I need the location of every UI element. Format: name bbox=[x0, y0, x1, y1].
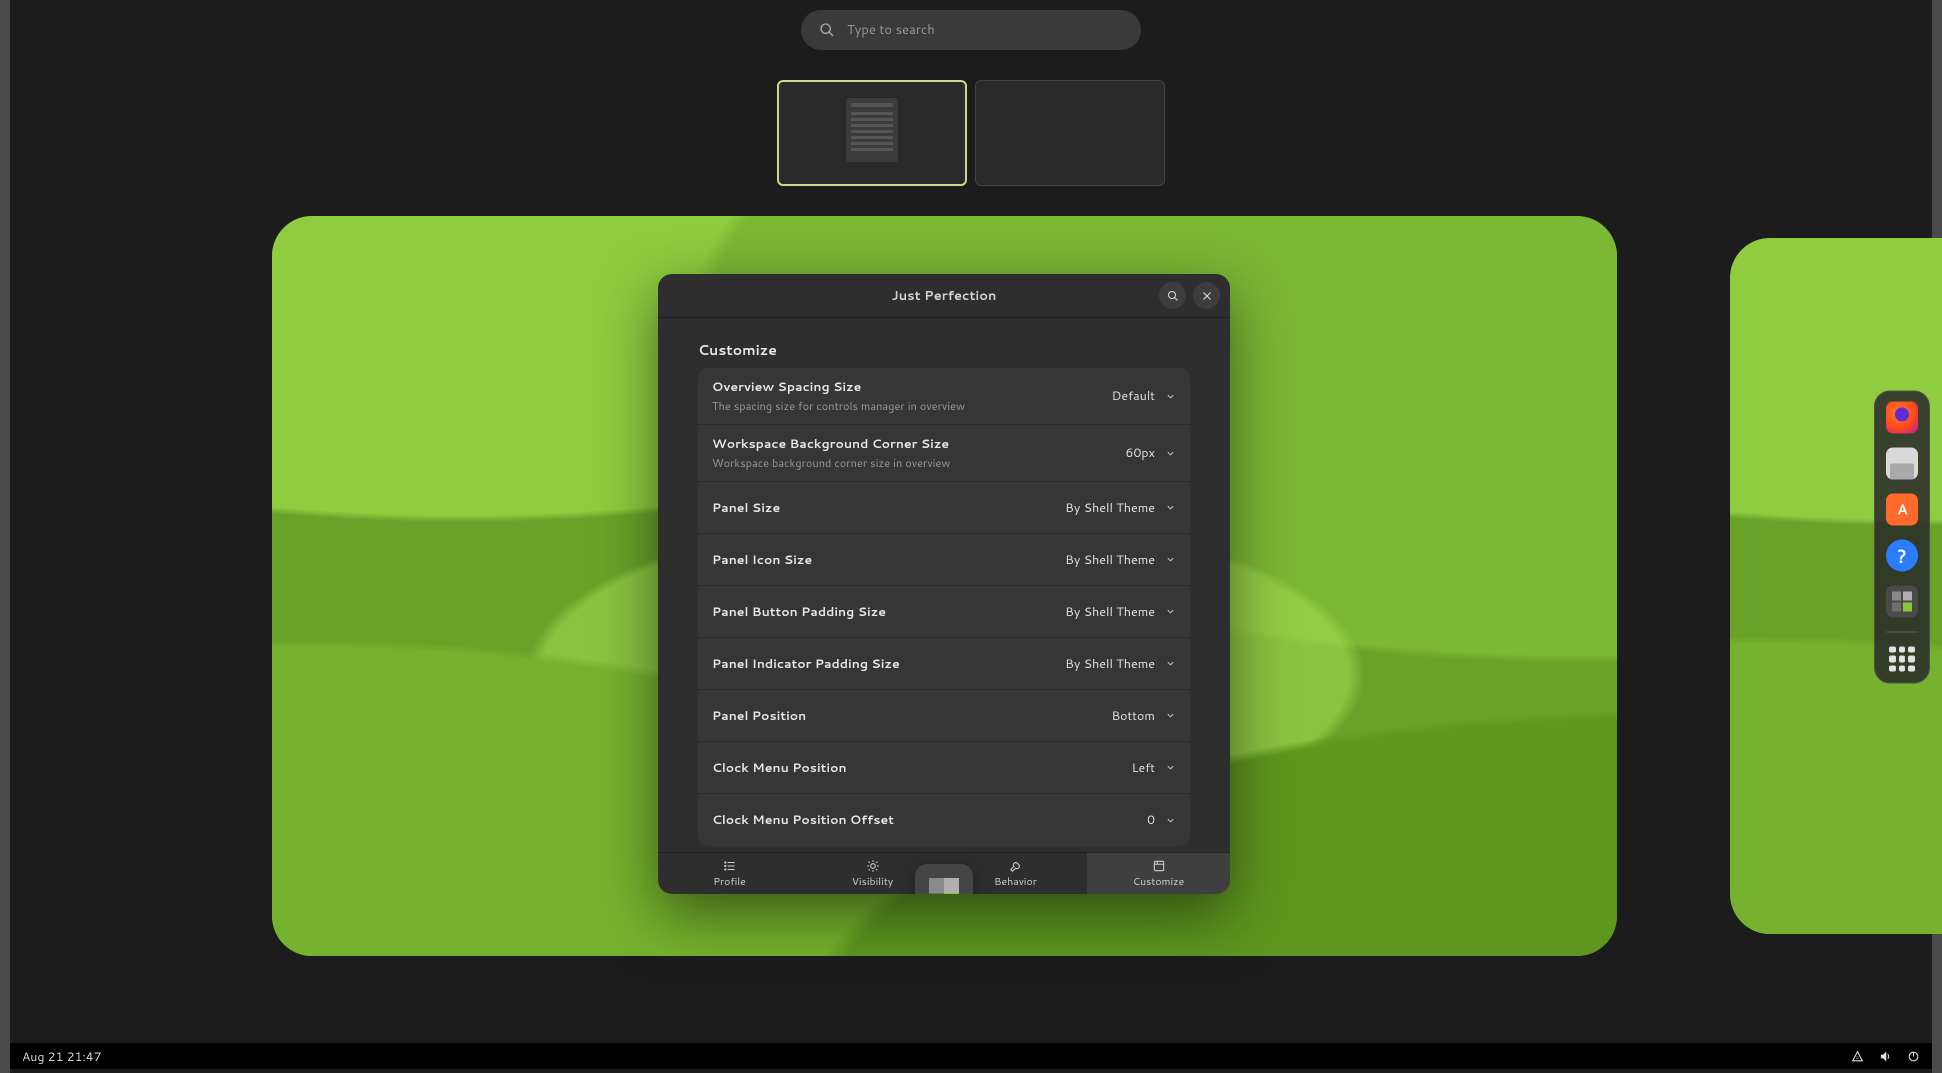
frame-left bbox=[0, 0, 10, 1073]
row-title: Workspace Background Corner Size bbox=[712, 435, 950, 453]
row-panel-position[interactable]: Panel Position Bottom bbox=[698, 690, 1190, 742]
window-header: Just Perfection bbox=[658, 274, 1230, 318]
row-panel-icon-size[interactable]: Panel Icon Size By Shell Theme bbox=[698, 534, 1190, 586]
frame-icon bbox=[1152, 859, 1166, 873]
volume-icon[interactable] bbox=[1879, 1050, 1892, 1063]
settings-list: Overview Spacing Size The spacing size f… bbox=[658, 368, 1230, 846]
row-value-dropdown[interactable]: By Shell Theme bbox=[1065, 551, 1176, 569]
chevron-down-icon bbox=[1165, 391, 1176, 402]
row-value: By Shell Theme bbox=[1065, 603, 1155, 621]
row-title: Panel Icon Size bbox=[712, 551, 812, 569]
row-value-dropdown[interactable]: Left bbox=[1132, 759, 1176, 777]
tab-label: Visibility bbox=[852, 875, 894, 889]
row-value: Bottom bbox=[1111, 707, 1155, 725]
row-value: By Shell Theme bbox=[1065, 655, 1155, 673]
chevron-down-icon bbox=[1165, 606, 1176, 617]
dock-item-files[interactable] bbox=[1886, 447, 1918, 479]
section-header: Customize bbox=[658, 318, 1230, 368]
row-value-dropdown[interactable]: By Shell Theme bbox=[1065, 603, 1176, 621]
row-value: By Shell Theme bbox=[1065, 551, 1155, 569]
row-value-dropdown[interactable]: Default bbox=[1112, 387, 1176, 405]
network-icon[interactable] bbox=[1851, 1050, 1864, 1063]
workspace-thumb-window bbox=[846, 98, 898, 162]
row-panel-indicator-padding-size[interactable]: Panel Indicator Padding Size By Shell Th… bbox=[698, 638, 1190, 690]
dock-show-applications[interactable] bbox=[1889, 646, 1915, 672]
header-search-button[interactable] bbox=[1159, 282, 1186, 309]
row-value: Default bbox=[1112, 387, 1155, 405]
search-icon bbox=[819, 22, 835, 38]
close-icon bbox=[1201, 290, 1213, 302]
bottom-panel: Aug 21 21:47 bbox=[10, 1043, 1932, 1069]
row-overview-spacing-size[interactable]: Overview Spacing Size The spacing size f… bbox=[698, 368, 1190, 425]
dock: ? bbox=[1874, 390, 1930, 683]
section-title: Customize bbox=[698, 340, 1190, 360]
chevron-down-icon bbox=[1165, 502, 1176, 513]
dock-item-software[interactable] bbox=[1886, 493, 1918, 525]
overview-search[interactable] bbox=[801, 10, 1141, 50]
tab-label: Profile bbox=[713, 875, 746, 889]
row-value: By Shell Theme bbox=[1065, 499, 1155, 517]
workspace-thumbnails bbox=[777, 80, 1165, 186]
row-title: Panel Size bbox=[712, 499, 780, 517]
row-value: 60px bbox=[1126, 444, 1155, 462]
row-desc: The spacing size for controls manager in… bbox=[712, 398, 965, 414]
dock-item-help[interactable]: ? bbox=[1886, 539, 1918, 571]
chevron-down-icon bbox=[1165, 710, 1176, 721]
row-clock-menu-position-offset[interactable]: Clock Menu Position Offset 0 bbox=[698, 794, 1190, 846]
chevron-down-icon bbox=[1165, 815, 1176, 826]
row-title: Clock Menu Position Offset bbox=[712, 811, 894, 829]
row-workspace-bg-corner-size[interactable]: Workspace Background Corner Size Workspa… bbox=[698, 425, 1190, 482]
search-input[interactable] bbox=[847, 21, 1123, 39]
row-value: 0 bbox=[1147, 811, 1155, 829]
tab-label: Behavior bbox=[994, 875, 1037, 889]
row-value-dropdown[interactable]: By Shell Theme bbox=[1065, 499, 1176, 517]
dock-separator bbox=[1886, 631, 1918, 632]
dock-item-firefox[interactable] bbox=[1886, 401, 1918, 433]
workspace-thumb-2[interactable] bbox=[975, 80, 1165, 186]
power-icon[interactable] bbox=[1907, 1050, 1920, 1063]
tab-label: Customize bbox=[1133, 875, 1185, 889]
workspace-thumb-1[interactable] bbox=[777, 80, 967, 186]
window-title: Just Perfection bbox=[892, 287, 997, 305]
chevron-down-icon bbox=[1165, 658, 1176, 669]
sun-icon bbox=[866, 859, 880, 873]
dock-item-extensions[interactable] bbox=[1886, 585, 1918, 617]
row-value-dropdown[interactable]: By Shell Theme bbox=[1065, 655, 1176, 673]
tab-profile[interactable]: Profile bbox=[658, 853, 801, 894]
wrench-icon bbox=[1009, 859, 1023, 873]
search-icon bbox=[1167, 290, 1179, 302]
row-panel-button-padding-size[interactable]: Panel Button Padding Size By Shell Theme bbox=[698, 586, 1190, 638]
list-icon bbox=[723, 859, 737, 873]
tab-customize[interactable]: Customize bbox=[1087, 853, 1230, 894]
window-app-badge bbox=[915, 864, 973, 894]
row-title: Overview Spacing Size bbox=[712, 378, 965, 396]
chevron-down-icon bbox=[1165, 448, 1176, 459]
row-title: Clock Menu Position bbox=[712, 759, 847, 777]
chevron-down-icon bbox=[1165, 554, 1176, 565]
row-desc: Workspace background corner size in over… bbox=[712, 455, 950, 471]
row-title: Panel Position bbox=[712, 707, 806, 725]
row-value: Left bbox=[1132, 759, 1155, 777]
row-value-dropdown[interactable]: 60px bbox=[1126, 444, 1176, 462]
row-title: Panel Button Padding Size bbox=[712, 603, 886, 621]
chevron-down-icon bbox=[1165, 762, 1176, 773]
row-value-dropdown[interactable]: 0 bbox=[1147, 811, 1176, 829]
row-clock-menu-position[interactable]: Clock Menu Position Left bbox=[698, 742, 1190, 794]
header-close-button[interactable] bbox=[1193, 282, 1220, 309]
panel-clock[interactable]: Aug 21 21:47 bbox=[22, 1048, 101, 1065]
row-title: Panel Indicator Padding Size bbox=[712, 655, 900, 673]
row-value-dropdown[interactable]: Bottom bbox=[1111, 707, 1176, 725]
just-perfection-window: Just Perfection Customize Overview Spaci… bbox=[658, 274, 1230, 894]
row-panel-size[interactable]: Panel Size By Shell Theme bbox=[698, 482, 1190, 534]
puzzle-icon bbox=[929, 878, 959, 894]
panel-status-area[interactable] bbox=[1851, 1050, 1920, 1063]
